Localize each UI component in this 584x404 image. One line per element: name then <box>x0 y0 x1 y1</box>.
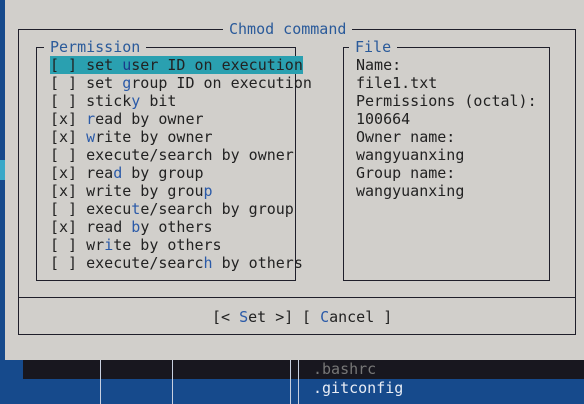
hotkey-letter: d <box>113 164 123 182</box>
permission-checkbox[interactable]: [ ] set user ID on execution <box>50 56 303 74</box>
panel-divider <box>100 360 101 404</box>
dialog-separator <box>18 297 576 299</box>
checkbox-label: write by owner <box>86 128 213 146</box>
checkbox-label: read by owner <box>86 110 204 128</box>
permissions-label: Permissions (octal): <box>356 92 537 110</box>
hotkey-letter: p <box>203 182 213 200</box>
permission-checkbox[interactable]: [x] read by group <box>50 164 204 182</box>
checkbox-label: set user ID on execution <box>86 56 303 74</box>
file-entry[interactable]: .gitconfig <box>313 379 403 397</box>
group-name: wangyuanxing <box>356 182 465 200</box>
hotkey-letter: w <box>86 128 96 146</box>
checkbox-label: set group ID on execution <box>86 74 312 92</box>
hotkey-letter: t <box>131 200 141 218</box>
permission-legend: Permission <box>44 38 147 56</box>
checkbox-label: read by others <box>86 218 213 236</box>
checkbox-mark: [ ] <box>50 92 87 110</box>
permission-checkbox[interactable]: [x] write by owner <box>50 128 213 146</box>
hotkey-letter: g <box>122 74 132 92</box>
checkbox-mark: [ ] <box>50 74 87 92</box>
permission-checkbox[interactable]: [ ] execute/search by group <box>50 200 294 218</box>
permission-checkbox[interactable]: [x] write by group <box>50 182 213 200</box>
checkbox-mark: [ ] <box>50 254 87 272</box>
checkbox-label: execute/search by owner <box>86 146 294 164</box>
checkbox-label: execute/search by group <box>86 200 294 218</box>
group-label: Group name: <box>356 164 456 182</box>
permissions-octal: 100664 <box>356 110 411 128</box>
hotkey-letter: y <box>131 92 141 110</box>
cancel-button-post: ancel ] <box>329 308 393 326</box>
hotkey-letter: h <box>203 254 213 272</box>
owner-label: Owner name: <box>356 128 456 146</box>
checkbox-label: sticky bit <box>86 92 177 110</box>
permission-checkbox[interactable]: [ ] sticky bit <box>50 92 176 110</box>
cancel-button-pre: [ <box>302 308 321 326</box>
set-button-hotkey: S <box>239 308 249 326</box>
checkbox-mark: [x] <box>50 218 87 236</box>
checkbox-label: write by others <box>86 236 222 254</box>
selected-file-bar <box>23 360 584 379</box>
checkbox-mark: [ ] <box>50 200 87 218</box>
dialog-title: Chmod command <box>223 20 353 38</box>
panel-divider <box>172 360 173 404</box>
checkbox-mark: [x] <box>50 128 87 146</box>
checkbox-mark: [x] <box>50 164 87 182</box>
hotkey-letter: u <box>122 56 132 74</box>
panel-divider <box>298 360 299 404</box>
permission-checkbox[interactable]: [ ] execute/search by owner <box>50 146 294 164</box>
panel-divider <box>290 360 291 404</box>
checkbox-label: execute/search by others <box>86 254 303 272</box>
file-legend: File <box>349 38 398 56</box>
hotkey-letter: b <box>131 218 141 236</box>
hotkey-letter: i <box>104 236 114 254</box>
checkbox-label: read by group <box>86 164 204 182</box>
checkbox-mark: [ ] <box>50 56 87 74</box>
set-button[interactable]: [< Set >] <box>212 308 293 326</box>
set-button-post: et >] <box>248 308 294 326</box>
checkbox-mark: [x] <box>50 182 87 200</box>
checkbox-mark: [ ] <box>50 236 87 254</box>
file-name: file1.txt <box>356 74 438 92</box>
checkbox-mark: [x] <box>50 110 87 128</box>
checkbox-mark: [ ] <box>50 146 87 164</box>
file-entry[interactable]: .bashrc <box>313 360 376 378</box>
permission-checkbox[interactable]: [x] read by owner <box>50 110 204 128</box>
cancel-button[interactable]: [ Cancel ] <box>302 308 392 326</box>
checkbox-label: write by group <box>86 182 213 200</box>
hotkey-letter: r <box>86 110 96 128</box>
permission-checkbox[interactable]: [x] read by others <box>50 218 213 236</box>
name-label: Name: <box>356 56 402 74</box>
permission-checkbox[interactable]: [ ] execute/search by others <box>50 254 303 272</box>
permission-checkbox[interactable]: [ ] set group ID on execution <box>50 74 312 92</box>
owner-name: wangyuanxing <box>356 146 465 164</box>
cancel-button-hotkey: C <box>320 308 330 326</box>
set-button-pre: [< <box>212 308 240 326</box>
permission-checkbox[interactable]: [ ] write by others <box>50 236 222 254</box>
